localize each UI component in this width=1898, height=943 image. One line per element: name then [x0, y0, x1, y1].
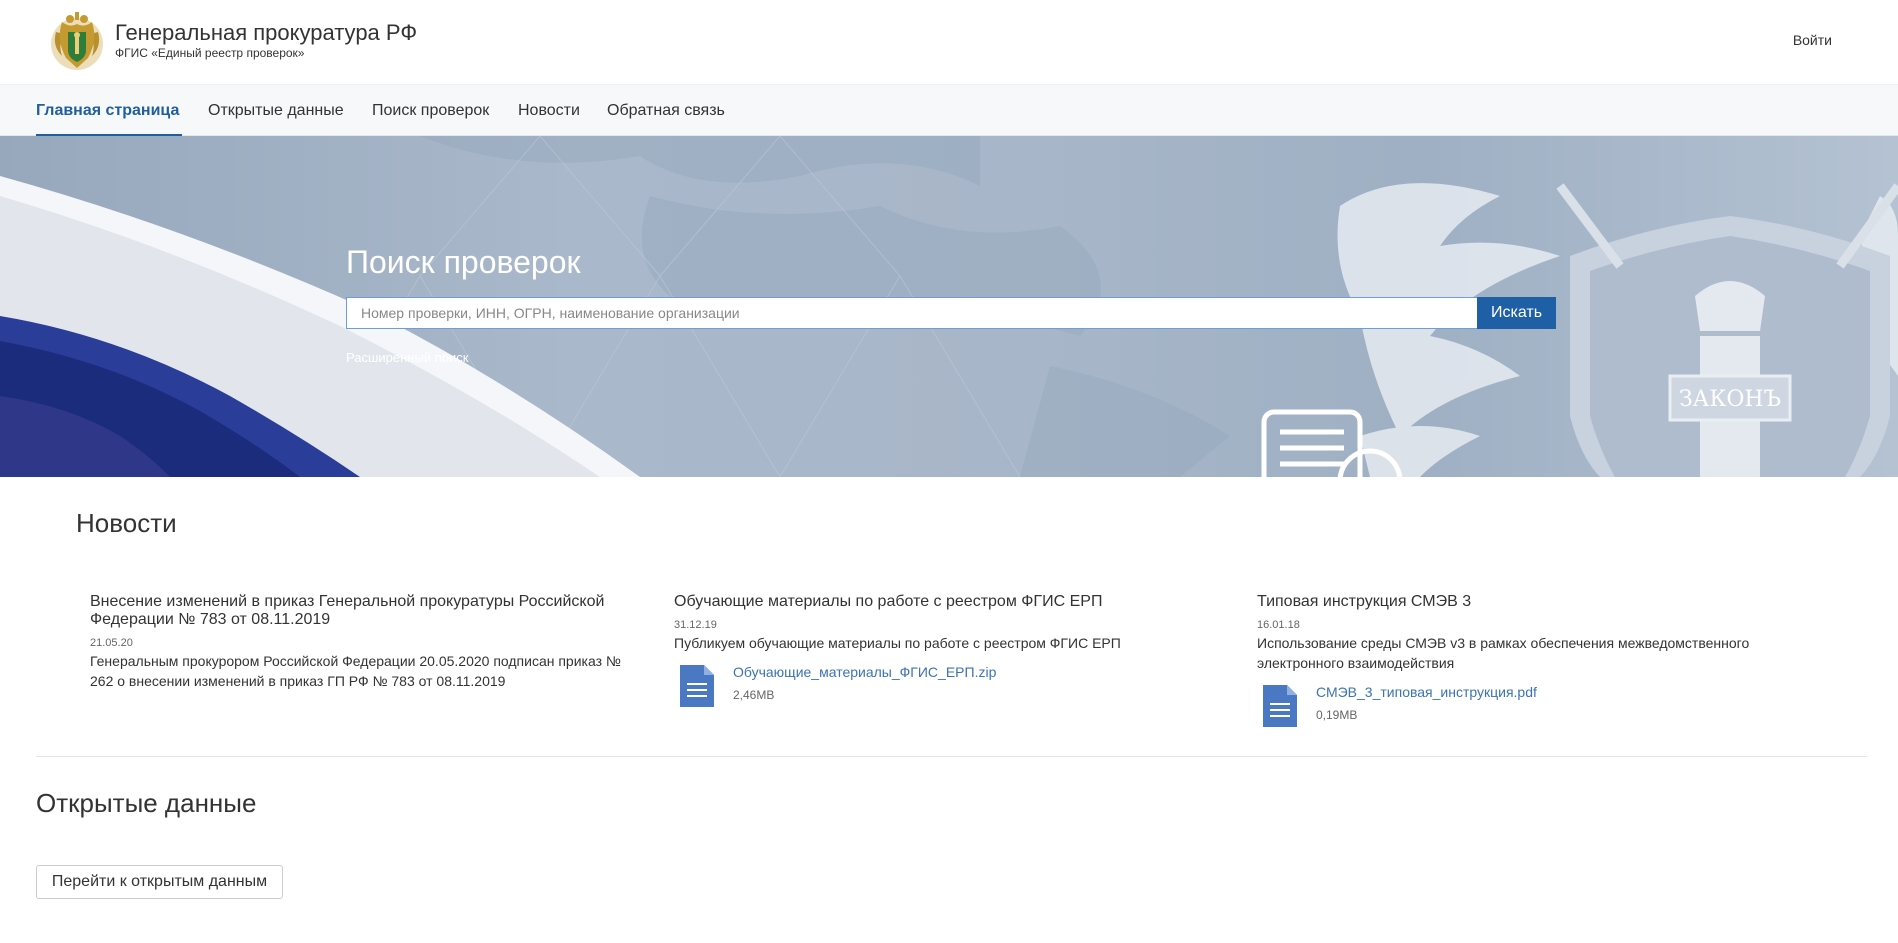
search-button[interactable]: Искать	[1477, 297, 1556, 329]
news-attachment: СМЭВ_3_типовая_инструкция.pdf 0,19MB	[1257, 681, 1802, 731]
news-item: Обучающие материалы по работе с реестром…	[674, 593, 1219, 711]
open-data-section-title: Открытые данные	[36, 788, 257, 818]
news-item-text: Использование среды СМЭВ v3 в рамках обе…	[1257, 635, 1750, 671]
attachment-size: 2,46MB	[733, 688, 775, 702]
news-item-text: Публикуем обучающие материалы по работе …	[674, 635, 1121, 651]
site-header: Генеральная прокуратура РФ ФГИС «Единый …	[0, 0, 1898, 84]
site-title: Генеральная прокуратура РФ	[115, 20, 418, 45]
advanced-search-link[interactable]: Расширенный поиск	[346, 350, 468, 365]
login-link[interactable]: Войти	[1793, 32, 1832, 48]
nav-item-feedback[interactable]: Обратная связь	[607, 102, 725, 120]
news-item: Типовая инструкция СМЭВ 3 16.01.18 Испол…	[1257, 593, 1802, 731]
news-item-date: 31.12.19	[674, 619, 717, 631]
nav-item-home[interactable]: Главная страница	[36, 102, 179, 120]
nav-item-news[interactable]: Новости	[518, 102, 580, 120]
news-item-title[interactable]: Обучающие материалы по работе с реестром…	[674, 593, 1219, 611]
attachment-link[interactable]: Обучающие_материалы_ФГИС_ЕРП.zip	[733, 664, 996, 680]
news-item-title[interactable]: Внесение изменений в приказ Генеральной …	[90, 593, 635, 629]
open-data-button[interactable]: Перейти к открытым данным	[36, 865, 283, 899]
emblem-motto: ЗАКОНЪ	[1679, 387, 1781, 412]
news-item-title[interactable]: Типовая инструкция СМЭВ 3	[1257, 593, 1802, 611]
news-item-text: Генеральным прокурором Российской Федера…	[90, 653, 621, 689]
document-icon	[1263, 685, 1297, 727]
news-section-title: Новости	[76, 508, 177, 538]
search-box	[346, 297, 1477, 329]
news-item-date: 21.05.20	[90, 637, 133, 649]
news-item-date: 16.01.18	[1257, 619, 1300, 631]
section-divider	[36, 756, 1867, 757]
news-attachment: Обучающие_материалы_ФГИС_ЕРП.zip 2,46MB	[674, 661, 1219, 711]
site-subtitle: ФГИС «Единый реестр проверок»	[115, 46, 305, 60]
prosecutor-emblem-logo[interactable]	[48, 10, 106, 74]
search-input[interactable]	[347, 298, 1477, 328]
news-item: Внесение изменений в приказ Генеральной …	[90, 593, 635, 691]
nav-item-open-data[interactable]: Открытые данные	[208, 102, 344, 120]
nav-item-search[interactable]: Поиск проверок	[372, 102, 489, 120]
main-nav: Главная страница Открытые данные Поиск п…	[0, 84, 1898, 137]
attachment-link[interactable]: СМЭВ_3_типовая_инструкция.pdf	[1316, 684, 1537, 700]
search-title: Поиск проверок	[346, 244, 581, 280]
attachment-size: 0,19MB	[1316, 708, 1358, 722]
search-hero: ЗАКОНЪ Поиск проверок Искать Расширенный…	[0, 136, 1898, 477]
document-icon	[680, 665, 714, 707]
